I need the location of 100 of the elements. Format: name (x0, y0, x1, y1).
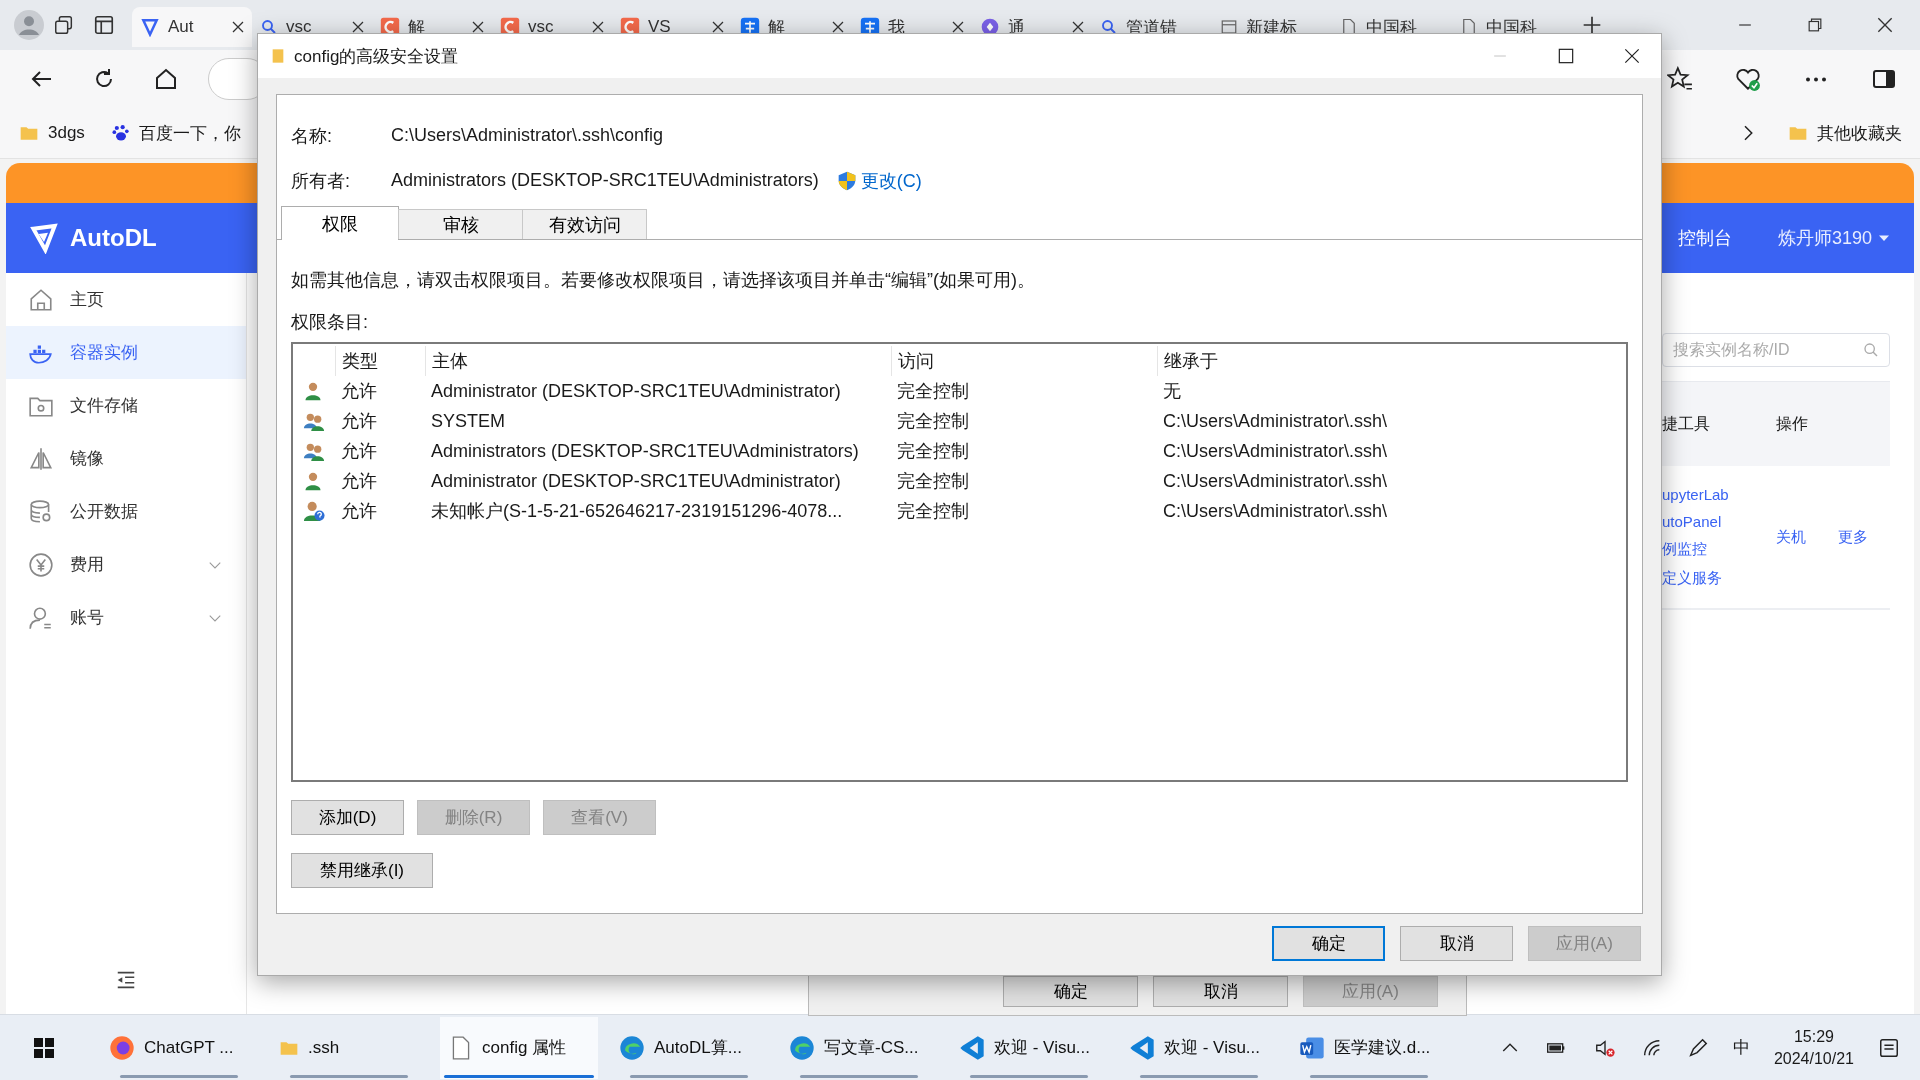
dialog-button[interactable]: 确定 (1272, 926, 1385, 961)
table-cell-text: 完全控制 (896, 470, 970, 493)
close-icon (352, 21, 364, 33)
avatar-icon (14, 10, 44, 40)
column-header: 捷工具 (1662, 413, 1711, 434)
folder-icon (270, 46, 286, 66)
column-header[interactable]: 继承于 (1157, 346, 1626, 376)
close-icon (592, 21, 604, 33)
browser-tab[interactable]: vsc (252, 7, 372, 47)
close-icon (952, 21, 964, 33)
disable-inheritance-button[interactable]: 禁用继承(I) (291, 853, 433, 888)
close-icon (832, 21, 844, 33)
table-cell-text: C:\Users\Administrator\.ssh\ (1162, 440, 1389, 462)
page-icon (1220, 18, 1238, 36)
table-cell-text: C:\Users\Administrator\.ssh\ (1162, 410, 1389, 432)
logo-icon (28, 222, 60, 254)
tool-link[interactable]: 例监控 (1662, 540, 1776, 559)
restore-icon (1808, 18, 1822, 32)
taskbar-app[interactable]: AutoDL算... (610, 1016, 768, 1079)
notification-icon (1878, 1036, 1900, 1059)
sidebar-icon (1872, 67, 1896, 91)
sidebar-item[interactable]: 主页 (6, 273, 246, 326)
browser-tab[interactable]: Aut (132, 7, 252, 47)
collapse-icon (115, 969, 137, 991)
taskbar-app[interactable]: .ssh (270, 1016, 428, 1079)
taskbar-app[interactable]: 医学建议.d... (1290, 1016, 1448, 1079)
star-list-icon (1667, 66, 1693, 92)
user-menu[interactable]: 炼丹师3190 (1777, 226, 1890, 250)
bookmark-folder[interactable]: 其他收藏夹 (1787, 121, 1902, 145)
stacked-squares-icon (53, 14, 75, 36)
dialog-button[interactable]: 取消 (1153, 976, 1288, 1007)
table-cell-text: 允许 (340, 440, 378, 463)
window-title: config的高级安全设置 (294, 45, 460, 68)
table-cell-text: 完全控制 (896, 380, 970, 403)
search-icon (1100, 18, 1118, 36)
table-cell-text: 允许 (340, 380, 378, 403)
mirror-icon (28, 445, 54, 472)
table-cell-text: Administrators (DESKTOP-SRC1TEU\Administrators) (430, 440, 860, 462)
column-header: 操作 (1776, 413, 1808, 434)
taskbar-app[interactable]: 欢迎 - Visu... (950, 1016, 1108, 1079)
bookmark[interactable]: 3dgs (18, 123, 85, 143)
file-path: C:\Users\Administrator\.ssh\config (391, 125, 664, 146)
dialog-button[interactable]: 添加(D) (291, 800, 404, 835)
table-cell-text: 未知帐户(S-1-5-21-652646217-2319151296-4078... (430, 500, 844, 523)
shield-icon (836, 169, 857, 192)
taskbar-app[interactable]: 欢迎 - Visu... (1120, 1016, 1278, 1079)
tab[interactable]: 有效访问 (522, 209, 647, 239)
table-cell-text: 完全控制 (896, 500, 970, 523)
owner-name: Administrators (DESKTOP-SRC1TEU\Administrators) (391, 170, 819, 191)
edge-logo-icon (618, 1033, 646, 1062)
action-link[interactable]: 更多 (1838, 527, 1868, 547)
maximize-icon (1558, 48, 1574, 64)
nav-link[interactable]: 控制台 (1677, 226, 1732, 250)
change-owner-link[interactable]: 更改(C) (836, 168, 922, 193)
table-cell-text: SYSTEM (430, 410, 506, 432)
tool-link[interactable]: 定义服务 (1662, 569, 1776, 588)
taskbar-app[interactable]: 写文章-CS... (780, 1016, 938, 1079)
dialog-button[interactable]: 取消 (1400, 926, 1513, 961)
tool-link[interactable]: upyterLab (1662, 486, 1776, 503)
sidebar-item[interactable]: 容器实例 (6, 326, 246, 379)
sidebar-window-icon (93, 14, 115, 36)
table-cell-text: 完全控制 (896, 410, 970, 433)
field-label: 名称: (291, 124, 333, 148)
close-icon (1072, 21, 1084, 33)
dialog-button[interactable]: 确定 (1003, 976, 1138, 1007)
tab[interactable]: 审核 (398, 209, 523, 239)
column-header[interactable]: 访问 (891, 346, 1157, 376)
sidebar-item[interactable]: 账号 (6, 591, 246, 644)
table-cell-text: C:\Users\Administrator\.ssh\ (1162, 500, 1389, 522)
table-cell-text: 无 (1162, 380, 1182, 403)
table-cell-text: C:\Users\Administrator\.ssh\ (1162, 470, 1389, 492)
column-header[interactable]: 类型 (335, 346, 425, 376)
action-link[interactable]: 关机 (1776, 527, 1806, 547)
table-cell-text: 允许 (340, 410, 378, 433)
sidebar-item[interactable]: 费用 (6, 538, 246, 591)
input-method-indicator[interactable]: 中 (1732, 1036, 1750, 1059)
yen-icon (28, 551, 54, 578)
section-label: 权限条目: (291, 311, 369, 334)
bookmark[interactable]: 百度一下，你 (110, 121, 241, 145)
heart-check-icon (1735, 66, 1761, 92)
pen-icon (1686, 1036, 1709, 1059)
column-header[interactable]: 主体 (425, 346, 891, 376)
tool-link[interactable]: utoPanel (1662, 513, 1776, 530)
home-icon (154, 67, 178, 91)
firefox-logo-icon (108, 1033, 136, 1062)
tab[interactable]: 权限 (281, 206, 399, 240)
table-cell-text: Administrator (DESKTOP-SRC1TEU\Administrator) (430, 380, 842, 402)
table-cell-text: 允许 (340, 500, 378, 523)
sidebar-item[interactable]: 文件存储 (6, 379, 246, 432)
plus-icon (1582, 15, 1602, 35)
close-icon (712, 21, 724, 33)
taskbar-app[interactable]: config 属性 (440, 1016, 598, 1079)
instruction-text: 如需其他信息，请双击权限项目。若要修改权限项目，请选择该项目并单击“编辑”(如果可用)。 (291, 269, 1036, 292)
search-icon (1863, 342, 1879, 358)
sidebar-item[interactable]: 公开数据 (6, 485, 246, 538)
sidebar-item[interactable]: 镜像 (6, 432, 246, 485)
table-cell-text: Administrator (DESKTOP-SRC1TEU\Administrator) (430, 470, 842, 492)
clock[interactable]: 15:29 2024/10/21 (1773, 1025, 1854, 1070)
taskbar-app[interactable]: ChatGPT ... (100, 1016, 258, 1079)
close-icon (1624, 48, 1640, 64)
